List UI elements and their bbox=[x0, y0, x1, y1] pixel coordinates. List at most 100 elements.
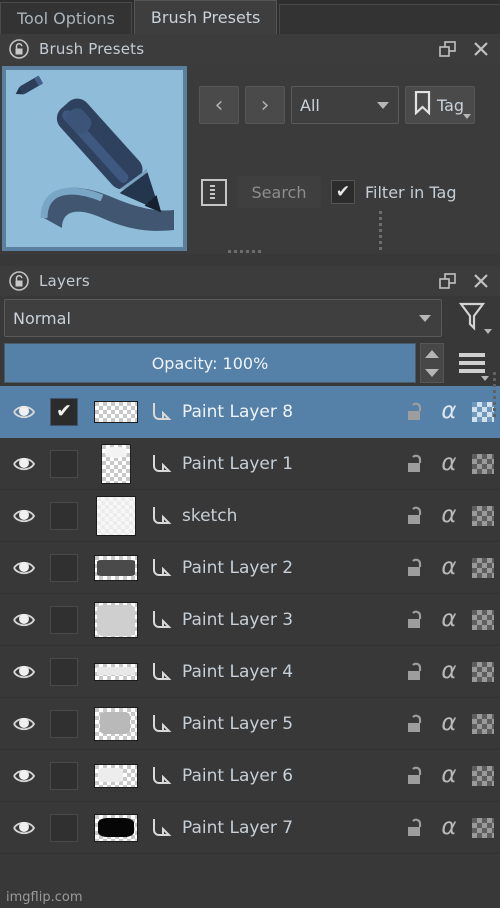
vertical-splitter-handle[interactable] bbox=[377, 208, 383, 264]
padlock-open-icon[interactable] bbox=[398, 609, 432, 631]
previous-preset-button[interactable]: ‹ bbox=[199, 86, 239, 124]
eye-icon[interactable] bbox=[6, 765, 42, 787]
alpha-lock-icon[interactable]: α bbox=[432, 764, 466, 787]
filter-in-tag-checkbox[interactable]: ✔ bbox=[331, 180, 355, 204]
opacity-stepper[interactable] bbox=[420, 343, 444, 383]
preset-nav-row: ‹ › All Tag bbox=[199, 86, 476, 124]
close-icon[interactable] bbox=[468, 38, 494, 60]
tag-button[interactable]: Tag bbox=[405, 86, 476, 124]
alpha-lock-icon[interactable]: α bbox=[432, 504, 466, 527]
search-list-icon[interactable] bbox=[201, 178, 227, 206]
padlock-open-icon[interactable] bbox=[398, 713, 432, 735]
layer-thumbnail[interactable] bbox=[86, 601, 146, 638]
inherit-alpha-icon[interactable] bbox=[466, 817, 500, 838]
layer-select-checkbox[interactable]: ✔ bbox=[50, 397, 78, 426]
layer-select-checkbox[interactable] bbox=[50, 709, 78, 738]
layer-row[interactable]: Paint Layer 3 α bbox=[0, 594, 500, 646]
eye-icon[interactable] bbox=[6, 817, 42, 839]
layer-name[interactable]: sketch bbox=[176, 506, 398, 526]
eye-icon[interactable] bbox=[6, 713, 42, 735]
brush-preset-thumbnail[interactable] bbox=[2, 66, 187, 251]
eye-icon[interactable] bbox=[6, 505, 42, 527]
layer-thumbnail[interactable] bbox=[86, 443, 146, 484]
layer-row[interactable]: Paint Layer 4 α bbox=[0, 646, 500, 698]
close-icon[interactable] bbox=[468, 270, 494, 292]
layer-thumbnail[interactable] bbox=[86, 662, 146, 681]
layer-row[interactable]: Paint Layer 7 α bbox=[0, 802, 500, 854]
layer-select-checkbox[interactable] bbox=[50, 813, 78, 842]
padlock-open-icon[interactable] bbox=[398, 557, 432, 579]
chevron-down-icon bbox=[377, 101, 389, 109]
layer-row[interactable]: Paint Layer 6 α bbox=[0, 750, 500, 802]
layer-select-checkbox[interactable] bbox=[50, 449, 78, 478]
alpha-lock-icon[interactable]: α bbox=[432, 400, 466, 423]
inherit-alpha-icon[interactable] bbox=[466, 505, 500, 526]
layer-thumbnail[interactable] bbox=[86, 400, 146, 423]
inherit-alpha-icon[interactable] bbox=[466, 661, 500, 682]
spinner-up-icon[interactable] bbox=[425, 349, 439, 358]
inherit-alpha-icon[interactable] bbox=[466, 453, 500, 474]
inherit-alpha-icon[interactable] bbox=[466, 609, 500, 630]
layer-select-checkbox[interactable] bbox=[50, 657, 78, 686]
padlock-open-icon[interactable] bbox=[398, 453, 432, 475]
alpha-lock-icon[interactable]: α bbox=[432, 452, 466, 475]
alpha-lock-icon[interactable]: α bbox=[432, 608, 466, 631]
layer-select-checkbox[interactable] bbox=[50, 501, 78, 530]
paint-layer-icon bbox=[146, 556, 176, 580]
layer-select-checkbox[interactable] bbox=[50, 553, 78, 582]
layer-name[interactable]: Paint Layer 3 bbox=[176, 610, 398, 630]
padlock-open-icon[interactable] bbox=[6, 270, 32, 292]
layer-row[interactable]: Paint Layer 5 α bbox=[0, 698, 500, 750]
layer-thumbnail[interactable] bbox=[86, 554, 146, 581]
search-input[interactable]: Search bbox=[237, 176, 321, 208]
layer-thumbnail[interactable] bbox=[86, 495, 146, 536]
alpha-lock-icon[interactable]: α bbox=[432, 816, 466, 839]
tab-brush-presets[interactable]: Brush Presets bbox=[133, 0, 278, 34]
blend-mode-select[interactable]: Normal bbox=[4, 299, 442, 337]
eye-icon[interactable] bbox=[6, 661, 42, 683]
eye-icon[interactable] bbox=[6, 453, 42, 475]
layer-name[interactable]: Paint Layer 1 bbox=[176, 454, 398, 474]
layer-select-checkbox[interactable] bbox=[50, 761, 78, 790]
tab-tool-options[interactable]: Tool Options bbox=[0, 2, 132, 34]
eye-icon[interactable] bbox=[6, 401, 42, 423]
layer-select-checkbox[interactable] bbox=[50, 605, 78, 634]
float-window-icon[interactable] bbox=[435, 270, 461, 292]
padlock-open-icon[interactable] bbox=[398, 817, 432, 839]
inherit-alpha-icon[interactable] bbox=[466, 713, 500, 734]
layer-row[interactable]: ✔ Paint Layer 8 α bbox=[0, 386, 500, 438]
layers-menu-button[interactable] bbox=[448, 342, 496, 384]
float-window-icon[interactable] bbox=[435, 38, 461, 60]
layer-row[interactable]: Paint Layer 2 α bbox=[0, 542, 500, 594]
tag-filter-select[interactable]: All bbox=[291, 86, 399, 124]
padlock-open-icon[interactable] bbox=[398, 661, 432, 683]
alpha-lock-icon[interactable]: α bbox=[432, 556, 466, 579]
layer-filter-button[interactable] bbox=[450, 298, 494, 338]
layer-name[interactable]: Paint Layer 4 bbox=[176, 662, 398, 682]
inherit-alpha-icon[interactable] bbox=[466, 765, 500, 786]
layer-name[interactable]: Paint Layer 6 bbox=[176, 766, 398, 786]
layer-name[interactable]: Paint Layer 5 bbox=[176, 714, 398, 734]
layer-thumbnail[interactable] bbox=[86, 763, 146, 788]
horizontal-splitter-handle[interactable] bbox=[228, 250, 261, 253]
layer-row[interactable]: sketch α bbox=[0, 490, 500, 542]
padlock-open-icon[interactable] bbox=[398, 401, 432, 423]
eye-icon[interactable] bbox=[6, 609, 42, 631]
opacity-slider[interactable]: Opacity: 100% bbox=[4, 343, 416, 383]
layer-name[interactable]: Paint Layer 2 bbox=[176, 558, 398, 578]
next-preset-button[interactable]: › bbox=[245, 86, 285, 124]
padlock-open-icon[interactable] bbox=[6, 38, 32, 60]
layer-name[interactable]: Paint Layer 8 bbox=[176, 402, 398, 422]
alpha-lock-icon[interactable]: α bbox=[432, 660, 466, 683]
padlock-open-icon[interactable] bbox=[398, 505, 432, 527]
padlock-open-icon[interactable] bbox=[398, 765, 432, 787]
layer-row[interactable]: Paint Layer 1 α bbox=[0, 438, 500, 490]
eye-icon[interactable] bbox=[6, 557, 42, 579]
layer-thumbnail[interactable] bbox=[86, 706, 146, 741]
spinner-down-icon[interactable] bbox=[425, 368, 439, 377]
alpha-lock-icon[interactable]: α bbox=[432, 712, 466, 735]
layer-thumbnail[interactable] bbox=[86, 813, 146, 842]
layer-name[interactable]: Paint Layer 7 bbox=[176, 818, 398, 838]
inherit-alpha-icon[interactable] bbox=[466, 557, 500, 578]
panel-resize-dots[interactable] bbox=[493, 372, 496, 417]
